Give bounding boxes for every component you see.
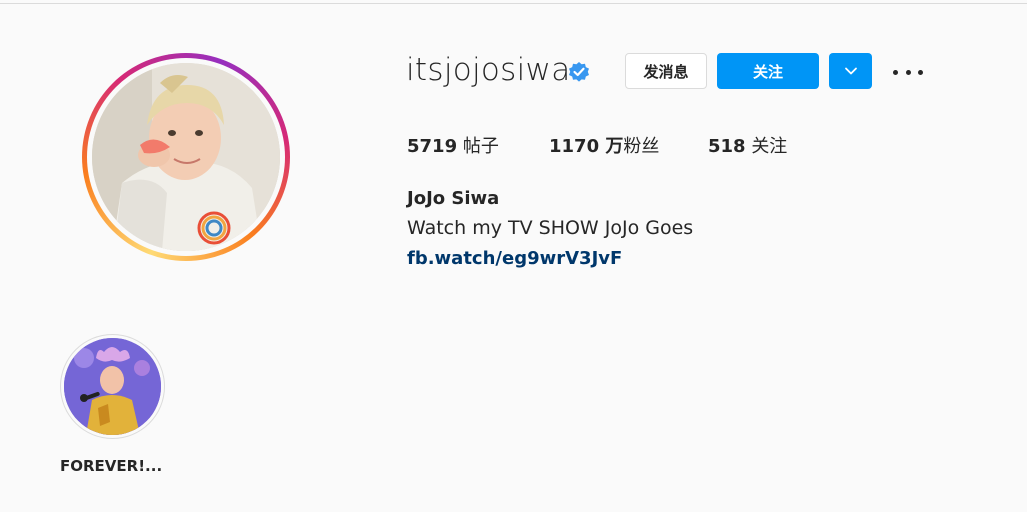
followers-label: 粉丝 [623, 136, 660, 157]
avatar-photo [92, 63, 280, 251]
following-count: 518 [708, 136, 746, 157]
more-options-icon[interactable] [893, 63, 923, 81]
profile-full-name: JoJo Siwa [407, 188, 500, 209]
top-divider [0, 3, 1027, 4]
highlight-photo [64, 338, 161, 435]
profile-bio: Watch my TV SHOW JoJo Goes [407, 217, 694, 239]
posts-label: 帖子 [462, 136, 499, 157]
message-button[interactable]: 发消息 [625, 53, 707, 89]
avatar-image [92, 63, 280, 251]
posts-count: 5719 [407, 136, 458, 157]
profile-username: itsjojosiwa [406, 52, 571, 88]
profile-avatar[interactable] [82, 53, 290, 261]
follow-button[interactable]: 关注 [717, 53, 819, 89]
highlight-label: FOREVER!... [60, 457, 163, 475]
followers-count: 1170 万 [549, 136, 624, 157]
suggested-dropdown-button[interactable] [829, 53, 872, 89]
story-highlight[interactable] [60, 334, 165, 439]
following-stat[interactable]: 518 关注 [708, 132, 787, 158]
chevron-down-icon [844, 67, 857, 75]
following-label: 关注 [751, 136, 788, 157]
followers-stat[interactable]: 1170 万粉丝 [549, 132, 659, 158]
verified-badge-icon [569, 62, 589, 82]
profile-link[interactable]: fb.watch/eg9wrV3JvF [407, 248, 622, 269]
posts-stat: 5719 帖子 [407, 132, 499, 158]
highlight-image [64, 338, 161, 435]
